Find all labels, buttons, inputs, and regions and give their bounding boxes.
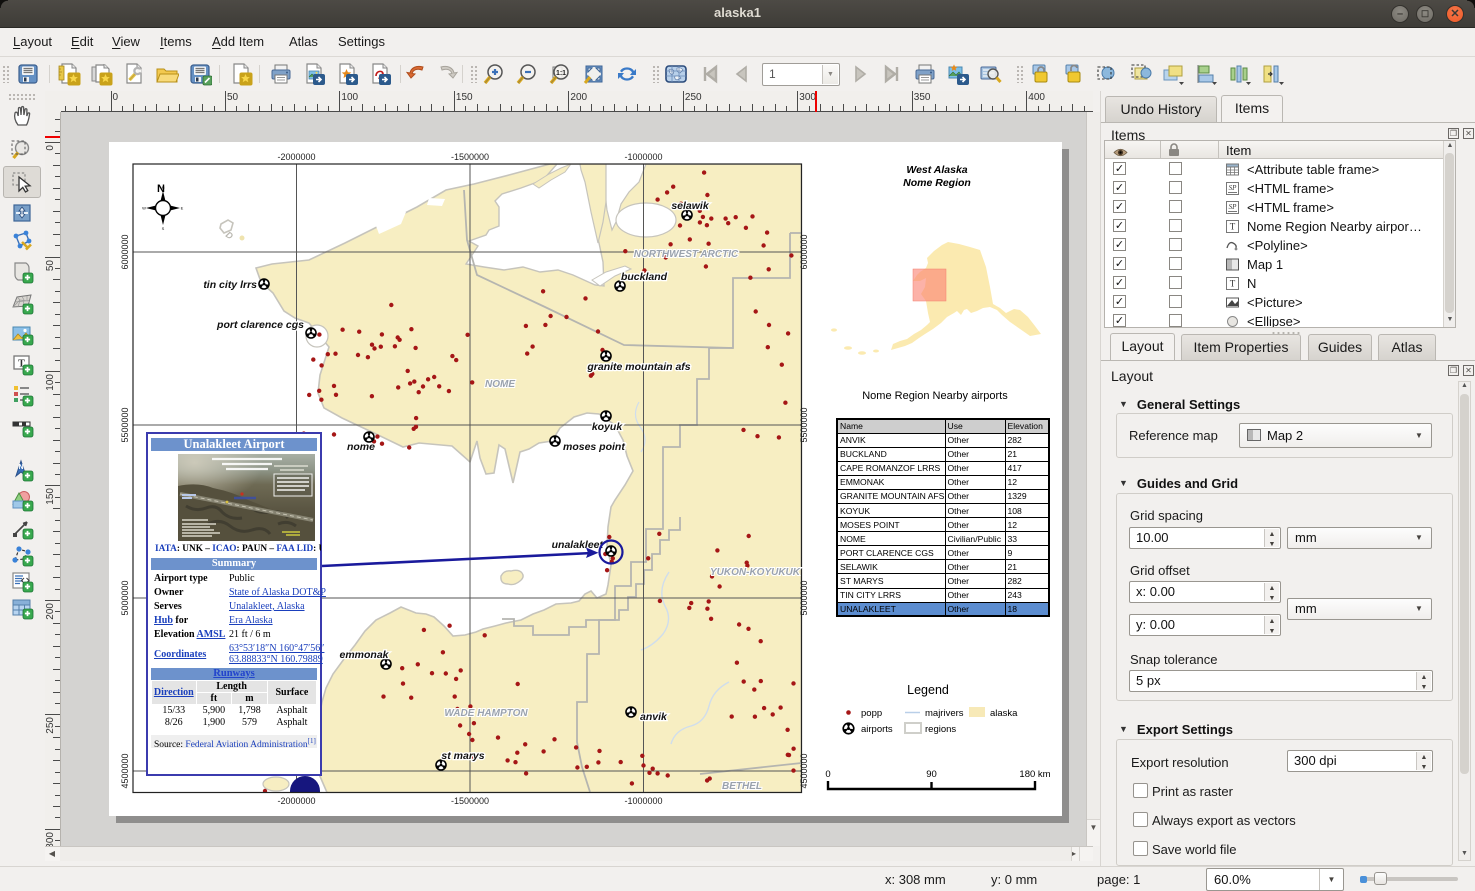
svg-text:-2000000: -2000000: [277, 152, 315, 162]
svg-text:-1000000: -1000000: [624, 152, 662, 162]
svg-text:S: S: [162, 226, 165, 231]
svg-text:selawik: selawik: [671, 200, 710, 212]
svg-text:N: N: [18, 464, 23, 471]
svg-text:T: T: [1230, 222, 1236, 232]
svg-text:koyuk: koyuk: [592, 421, 624, 433]
svg-text:airports: airports: [861, 724, 893, 735]
svg-text:6000000: 6000000: [120, 234, 130, 269]
svg-text:5500000: 5500000: [799, 407, 809, 442]
svg-text:SP: SP: [1229, 184, 1238, 192]
svg-text:moses point: moses point: [563, 441, 625, 453]
svg-text:5000000: 5000000: [799, 580, 809, 615]
svg-text:-1500000: -1500000: [451, 152, 489, 162]
svg-text:N: N: [157, 183, 165, 195]
svg-text:emmonak: emmonak: [339, 649, 389, 661]
svg-text:5500000: 5500000: [120, 407, 130, 442]
svg-text:W: W: [142, 206, 146, 211]
svg-text:E: E: [181, 206, 184, 211]
svg-text:90: 90: [926, 769, 937, 780]
svg-text:anvik: anvik: [640, 711, 668, 723]
svg-text:NORTHWEST ARCTIC: NORTHWEST ARCTIC: [634, 249, 739, 260]
svg-text:BETHEL: BETHEL: [722, 781, 762, 792]
svg-text:regions: regions: [925, 724, 956, 735]
svg-text:T: T: [1230, 279, 1236, 289]
svg-text:WADE HAMPTON: WADE HAMPTON: [444, 708, 528, 719]
svg-text:alaska: alaska: [990, 708, 1018, 719]
svg-text:buckland: buckland: [621, 271, 668, 283]
svg-text:popp: popp: [861, 708, 882, 719]
svg-text:majrivers: majrivers: [925, 708, 964, 719]
svg-text:-1000000: -1000000: [624, 796, 662, 806]
svg-text:-1500000: -1500000: [451, 796, 489, 806]
svg-text:NOME: NOME: [485, 379, 515, 390]
svg-text:st marys: st marys: [441, 750, 484, 762]
svg-text:port clarence cgs: port clarence cgs: [216, 319, 304, 331]
svg-text:tin city lrrs: tin city lrrs: [203, 279, 257, 291]
svg-text:6000000: 6000000: [799, 234, 809, 269]
svg-text:-2000000: -2000000: [277, 796, 315, 806]
svg-text:4500000: 4500000: [120, 753, 130, 788]
svg-text:5000000: 5000000: [120, 580, 130, 615]
svg-text:4500000: 4500000: [799, 753, 809, 788]
svg-text:nome: nome: [347, 441, 375, 453]
svg-text:SP: SP: [1229, 203, 1238, 211]
svg-text:YUKON-KOYUKUK: YUKON-KOYUKUK: [710, 567, 801, 578]
svg-text:0: 0: [825, 769, 830, 780]
svg-text:unalakleet: unalakleet: [552, 539, 604, 551]
svg-text:granite mountain afs: granite mountain afs: [586, 361, 690, 373]
svg-text:180 km: 180 km: [1019, 769, 1050, 780]
svg-text:1:1: 1:1: [556, 70, 566, 77]
